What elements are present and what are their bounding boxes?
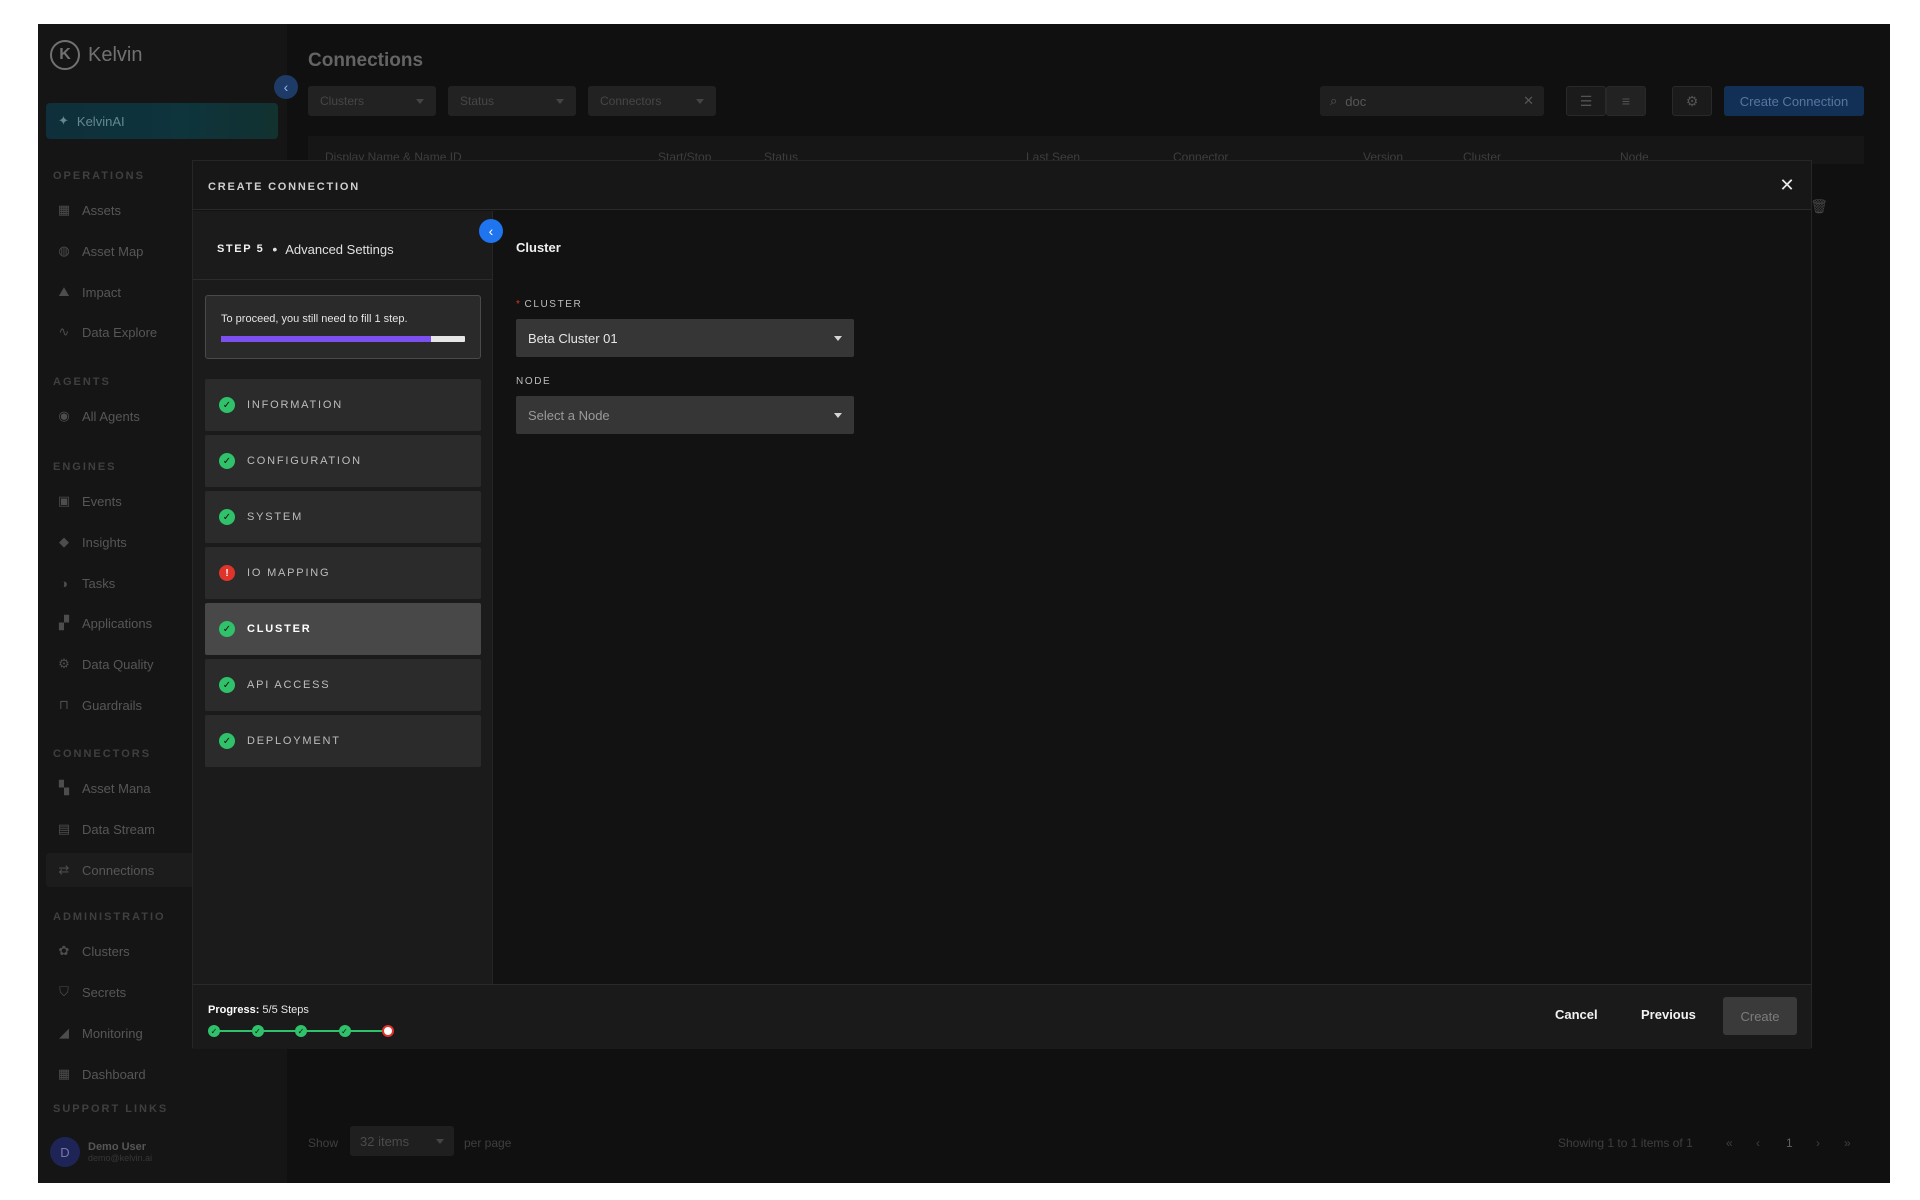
- progress-dot-complete: ✓: [338, 1025, 351, 1037]
- step-label: API ACCESS: [247, 679, 331, 691]
- cluster-field-label: * CLUSTER: [516, 299, 582, 310]
- proceed-progress-bar: [221, 336, 465, 342]
- steps-panel: STEP 5 • Advanced Settings To proceed, y…: [193, 211, 493, 984]
- check-circle-icon: ✓: [219, 733, 235, 749]
- progress-label-value: 5/5 Steps: [262, 1004, 309, 1016]
- steps-panel-collapse-button[interactable]: ‹: [479, 219, 503, 243]
- node-select[interactable]: Select a Node: [516, 396, 854, 434]
- progress-stepper: ✓ ✓ ✓ ✓: [208, 1025, 394, 1037]
- progress-dot-complete: ✓: [251, 1025, 264, 1037]
- step-number: STEP 5: [217, 243, 265, 255]
- cluster-select[interactable]: Beta Cluster 01: [516, 319, 854, 357]
- caret-down-icon: [834, 412, 842, 418]
- check-circle-icon: ✓: [219, 621, 235, 637]
- step-item-deployment[interactable]: ✓ DEPLOYMENT: [205, 715, 481, 767]
- proceed-progress-fill: [221, 336, 431, 342]
- close-icon: ✕: [1779, 174, 1795, 195]
- step-item-cluster[interactable]: ✓ CLUSTER: [205, 603, 481, 655]
- required-marker: *: [516, 299, 522, 310]
- modal-header: CREATE CONNECTION ✕: [193, 161, 1811, 210]
- close-button[interactable]: ✕: [1777, 175, 1797, 195]
- step-label: CLUSTER: [247, 623, 312, 635]
- cluster-label-text: CLUSTER: [524, 299, 583, 310]
- check-circle-icon: ✓: [219, 453, 235, 469]
- current-step-header: STEP 5 • Advanced Settings: [217, 241, 394, 257]
- separator-dot: •: [272, 241, 278, 257]
- step-label: INFORMATION: [247, 399, 343, 411]
- cancel-button[interactable]: Cancel: [1555, 1007, 1598, 1022]
- progress-dot-complete: ✓: [208, 1025, 220, 1037]
- chevron-left-icon: ‹: [488, 223, 494, 239]
- check-circle-icon: ✓: [219, 509, 235, 525]
- cluster-value: Beta Cluster 01: [528, 330, 618, 346]
- progress-dot-current: [382, 1025, 394, 1037]
- proceed-text: To proceed, you still need to fill 1 ste…: [221, 313, 408, 325]
- progress-label-key: Progress:: [208, 1004, 260, 1016]
- step-label: CONFIGURATION: [247, 455, 362, 467]
- check-circle-icon: ✓: [219, 677, 235, 693]
- create-button[interactable]: Create: [1723, 997, 1797, 1035]
- error-circle-icon: !: [219, 565, 235, 581]
- step-label: IO MAPPING: [247, 567, 331, 579]
- step-item-io-mapping[interactable]: ! IO MAPPING: [205, 547, 481, 599]
- step-label: SYSTEM: [247, 511, 304, 523]
- previous-button[interactable]: Previous: [1641, 1007, 1696, 1022]
- app-window: K Kelvin ✦ KelvinAI OPERATIONS ▦ Assets ◍…: [38, 24, 1890, 1183]
- node-field-label: NODE: [516, 376, 552, 387]
- step-item-configuration[interactable]: ✓ CONFIGURATION: [205, 435, 481, 487]
- caret-down-icon: [834, 335, 842, 341]
- modal-title: CREATE CONNECTION: [208, 181, 361, 193]
- create-connection-modal: CREATE CONNECTION ✕ STEP 5 • Advanced Se…: [192, 160, 1812, 1049]
- content-title: Cluster: [516, 240, 561, 255]
- step-label: DEPLOYMENT: [247, 735, 341, 747]
- chevron-left-icon: ‹: [283, 79, 289, 95]
- step-content: Cluster * CLUSTER Beta Cluster 01 NODE Se…: [494, 211, 1811, 984]
- step-item-system[interactable]: ✓ SYSTEM: [205, 491, 481, 543]
- step-name: Advanced Settings: [285, 241, 394, 257]
- step-item-api-access[interactable]: ✓ API ACCESS: [205, 659, 481, 711]
- check-circle-icon: ✓: [219, 397, 235, 413]
- node-placeholder: Select a Node: [528, 407, 610, 423]
- divider: [193, 279, 493, 280]
- progress-label: Progress: 5/5 Steps: [208, 1004, 309, 1016]
- proceed-notice: To proceed, you still need to fill 1 ste…: [205, 295, 481, 359]
- modal-footer: Progress: 5/5 Steps ✓ ✓ ✓ ✓ Cancel Previous…: [193, 984, 1811, 1049]
- step-item-information[interactable]: ✓ INFORMATION: [205, 379, 481, 431]
- sidebar-collapse-button[interactable]: ‹: [274, 75, 298, 99]
- progress-dot-complete: ✓: [295, 1025, 307, 1037]
